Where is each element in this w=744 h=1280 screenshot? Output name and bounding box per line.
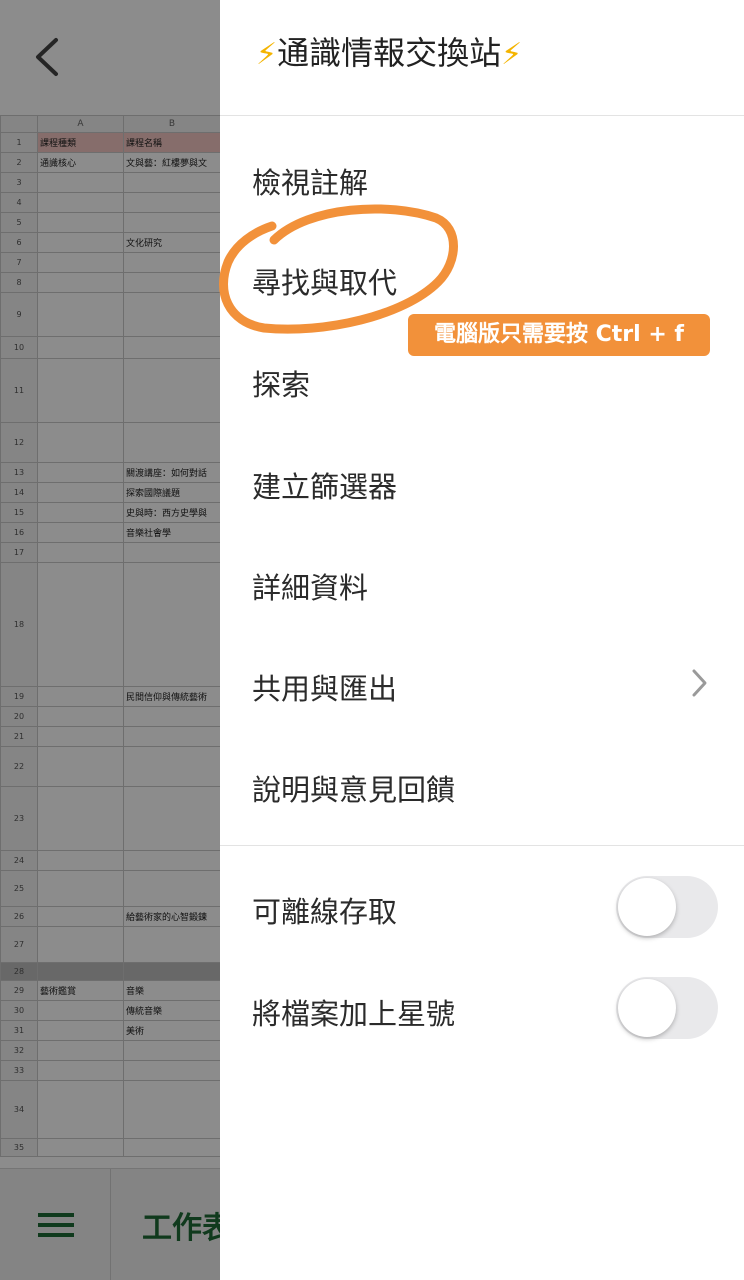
toggle-label-star: 將檔案加上星號 — [252, 997, 456, 1031]
menu-item-view-comments[interactable]: 檢視註解 — [252, 160, 368, 202]
menu-item-help-feedback[interactable]: 說明與意見回饋 — [252, 767, 455, 809]
offline-toggle[interactable] — [616, 876, 718, 938]
toggle-knob — [618, 979, 676, 1037]
dim-overlay[interactable] — [0, 0, 220, 1280]
toggle-label-offline: 可離線存取 — [252, 895, 398, 929]
spreadsheet-background: A B 1 課程種類 課程名稱 2 通識核心 文與藝：紅樓夢與文 3 4 5 6 文化研究 7 8 9 10… — [0, 0, 220, 1280]
chevron-right-icon — [692, 669, 707, 697]
drawer-header: ⚡通識情報交換站⚡ — [220, 0, 744, 116]
menu-item-share-export[interactable]: 共用與匯出 — [252, 666, 397, 708]
toggle-knob — [618, 878, 676, 936]
lightning-icon: ⚡ — [501, 37, 523, 72]
annotation-tip: 電腦版只需要按 Ctrl + f — [408, 314, 710, 356]
menu-item-create-filter[interactable]: 建立篩選器 — [252, 464, 397, 506]
lightning-icon: ⚡ — [256, 37, 278, 72]
divider — [220, 845, 744, 846]
drawer-title-text: 通識情報交換站 — [277, 34, 502, 72]
side-drawer: ⚡通識情報交換站⚡ 檢視註解 尋找與取代 探索 建立篩選器 詳細資料 共用與匯出… — [220, 0, 744, 1280]
star-toggle[interactable] — [616, 977, 718, 1039]
menu-item-explore[interactable]: 探索 — [252, 362, 310, 404]
drawer-title: ⚡通識情報交換站⚡ — [256, 28, 522, 74]
menu-item-details[interactable]: 詳細資料 — [252, 565, 368, 607]
